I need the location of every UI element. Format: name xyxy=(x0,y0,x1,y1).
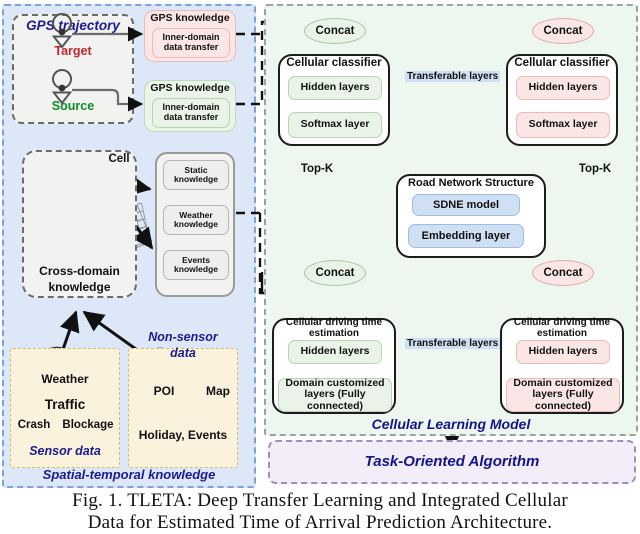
crash-label: Crash xyxy=(17,418,51,431)
inner-domain-line2: data transfer xyxy=(163,112,219,122)
non-sensor-title-line1: Non-sensor xyxy=(148,330,218,345)
non-sensor-title-line2: data xyxy=(170,346,196,361)
transferable-layers-top-label: Transferable layers xyxy=(405,71,501,82)
cross-domain-title-line1: Cross-domain xyxy=(39,263,120,278)
weather-knowledge-item: Weather knowledge xyxy=(163,205,229,235)
source-topk-label: Top-K xyxy=(300,162,334,175)
sdne-model-box: SDNE model xyxy=(412,194,520,216)
gps-target-label: Target xyxy=(54,44,92,59)
source-domain-line2: layers (Fully connected) xyxy=(304,388,366,412)
source-classifier-title: Cellular classifier xyxy=(286,56,382,69)
target-topk-label: Top-K xyxy=(578,162,612,175)
gps-trajectory-title: GPS trajectory xyxy=(26,17,120,33)
embedding-layer-box: Embedding layer xyxy=(408,224,524,248)
transferable-layers-bottom-label: Transferable layers xyxy=(405,338,501,349)
events-knowledge-item: Events knowledge xyxy=(163,250,229,280)
target-domain-line2: layers (Fully connected) xyxy=(532,388,594,412)
target-est-hidden-layers: Hidden layers xyxy=(516,340,610,364)
caption-line-1: Fig. 1. TLETA: Deep Transfer Learning an… xyxy=(72,490,568,511)
blockage-label: Blockage xyxy=(62,418,114,431)
target-classifier-title: Cellular classifier xyxy=(514,56,610,69)
spatial-temporal-footer: Spatial-temporal knowledge xyxy=(42,466,216,482)
traffic-label: Traffic xyxy=(44,397,86,413)
holiday-events-label: Holiday, Events xyxy=(138,427,228,442)
target-hidden-layers: Hidden layers xyxy=(516,76,610,100)
gps-knowledge-source-title: GPS knowledge xyxy=(150,82,230,95)
source-est-hidden-layers: Hidden layers xyxy=(288,340,382,364)
inner-domain-line2: data transfer xyxy=(163,42,219,52)
static-knowledge-line2: knowledge xyxy=(174,174,218,184)
target-softmax-layer: Softmax layer xyxy=(516,112,610,138)
target-domain-customized-layers: Domain customized layers (Fully connecte… xyxy=(506,377,620,412)
events-knowledge-line2: knowledge xyxy=(174,264,218,274)
source-domain-customized-layers: Domain customized layers (Fully connecte… xyxy=(278,377,392,412)
target-concat-top: Concat xyxy=(532,18,594,44)
cross-domain-title-line2: knowledge xyxy=(48,279,111,294)
poi-label: POI xyxy=(153,383,175,398)
source-concat-bottom: Concat xyxy=(304,260,366,286)
road-network-title: Road Network Structure xyxy=(408,177,534,190)
gps-source-label: Source xyxy=(51,99,95,114)
static-knowledge-item: Static knowledge xyxy=(163,160,229,190)
gps-knowledge-source-inner: Inner-domain data transfer xyxy=(152,98,230,128)
source-estimator-title: Cellular driving time estimation xyxy=(285,317,383,339)
weather-knowledge-line2: knowledge xyxy=(174,219,218,229)
source-hidden-layers: Hidden layers xyxy=(288,76,382,100)
target-concat-bottom: Concat xyxy=(532,260,594,286)
figure-caption: Fig. 1. TLETA: Deep Transfer Learning an… xyxy=(0,490,640,534)
weather-label: Weather xyxy=(41,371,89,386)
cell-label: Cell xyxy=(108,152,130,165)
map-label: Map xyxy=(206,383,230,398)
non-sensor-data-box xyxy=(128,348,238,468)
gps-knowledge-target-inner: Inner-domain data transfer xyxy=(152,28,230,58)
source-softmax-layer: Softmax layer xyxy=(288,112,382,138)
cellular-learning-model-footer: Cellular Learning Model xyxy=(371,416,531,433)
sensor-data-caption: Sensor data xyxy=(29,444,101,459)
gps-knowledge-target-title: GPS knowledge xyxy=(150,12,230,25)
figure-root: GPS trajectory Target Source GPS knowled… xyxy=(0,0,640,534)
target-estimator-title: Cellular driving time estimation xyxy=(513,317,611,339)
source-concat-top: Concat xyxy=(304,18,366,44)
task-oriented-algorithm-label: Task-Oriented Algorithm xyxy=(364,452,540,470)
